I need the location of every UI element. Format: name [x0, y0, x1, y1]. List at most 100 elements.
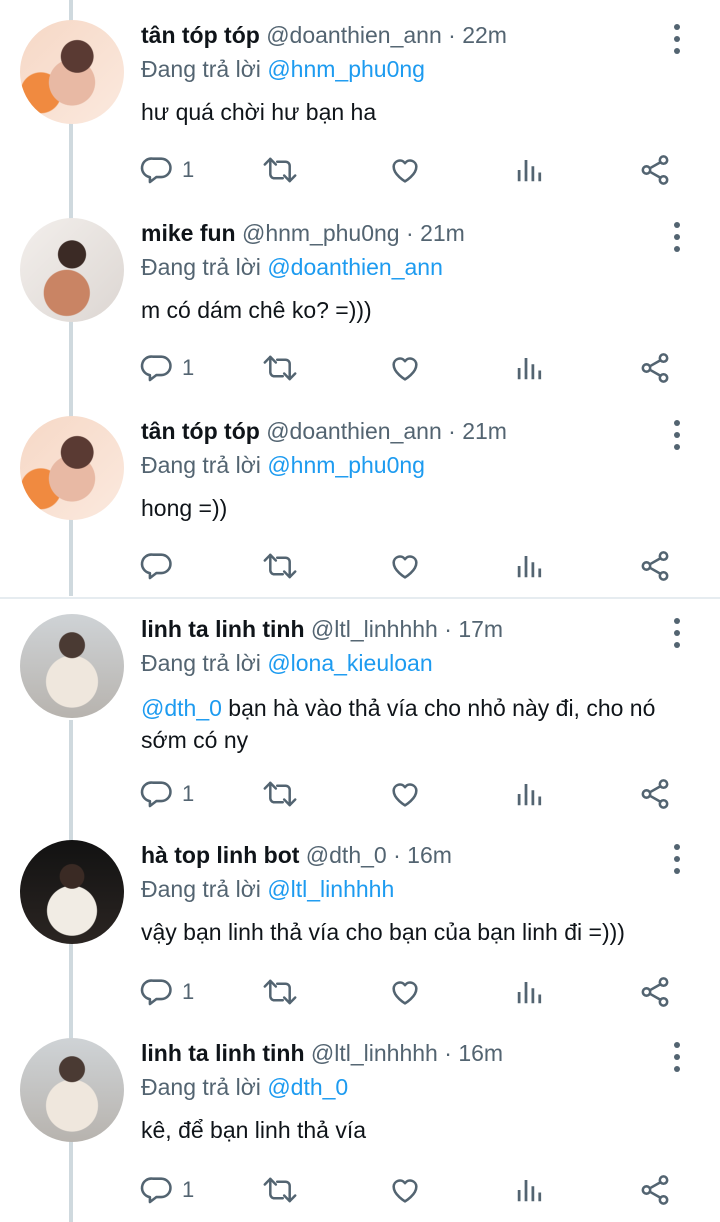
tweet[interactable]: mike fun @hnm_phu0ng · 21m Đang trả lời …: [0, 198, 720, 396]
replying-to-mention[interactable]: @hnm_phu0ng: [267, 452, 425, 478]
replying-to-mention[interactable]: @hnm_phu0ng: [267, 56, 425, 82]
display-name[interactable]: tân tóp tóp: [141, 418, 260, 444]
like-button[interactable]: [388, 348, 422, 388]
separator-dot: ·: [406, 220, 421, 246]
avatar[interactable]: [20, 20, 124, 124]
user-handle[interactable]: @doanthien_ann: [266, 22, 442, 48]
replying-to-mention[interactable]: @ltl_linhhhh: [267, 876, 394, 902]
share-button[interactable]: [638, 150, 672, 190]
tweet-body: m có dám chê ko? =))): [141, 297, 372, 323]
reply-button[interactable]: [140, 546, 182, 586]
more-icon[interactable]: [668, 418, 686, 452]
separator-dot: ·: [393, 842, 408, 868]
timestamp[interactable]: 22m: [462, 22, 507, 48]
tweet[interactable]: tân tóp tóp @doanthien_ann · 22m Đang tr…: [0, 0, 720, 198]
action-bar: 1: [140, 150, 680, 190]
tweet[interactable]: linh ta linh tinh @ltl_linhhhh · 16m Đan…: [0, 1018, 720, 1216]
timestamp[interactable]: 16m: [407, 842, 452, 868]
share-icon: [641, 155, 669, 185]
more-icon[interactable]: [668, 220, 686, 254]
more-icon[interactable]: [668, 842, 686, 876]
tweet[interactable]: hà top linh bot @dth_0 · 16m Đang trả lờ…: [0, 820, 720, 1018]
replying-to-mention[interactable]: @doanthien_ann: [267, 254, 443, 280]
share-button[interactable]: [638, 774, 672, 814]
avatar[interactable]: [20, 1038, 124, 1142]
tweet-text: kê, để bạn linh thả vía: [141, 1114, 681, 1146]
avatar[interactable]: [20, 614, 124, 718]
views-button[interactable]: [514, 150, 544, 190]
tweet-mention[interactable]: @dth_0: [141, 695, 222, 721]
separator-dot: ·: [444, 1040, 459, 1066]
share-button[interactable]: [638, 1170, 672, 1210]
timestamp[interactable]: 17m: [458, 616, 503, 642]
share-icon: [641, 1175, 669, 1205]
share-button[interactable]: [638, 546, 672, 586]
avatar[interactable]: [20, 218, 124, 322]
display-name[interactable]: linh ta linh tinh: [141, 616, 305, 642]
action-bar: 1: [140, 972, 680, 1012]
like-button[interactable]: [388, 546, 422, 586]
views-button[interactable]: [514, 774, 544, 814]
like-button[interactable]: [388, 1170, 422, 1210]
user-handle[interactable]: @dth_0: [306, 842, 387, 868]
heart-icon: [392, 783, 418, 807]
display-name[interactable]: tân tóp tóp: [141, 22, 260, 48]
like-button[interactable]: [388, 150, 422, 190]
views-button[interactable]: [514, 1170, 544, 1210]
display-name[interactable]: mike fun: [141, 220, 236, 246]
replying-to-label: Đang trả lời: [141, 56, 268, 82]
tweet[interactable]: linh ta linh tinh @ltl_linhhhh · 17m Đan…: [0, 594, 720, 809]
avatar[interactable]: [20, 416, 124, 520]
retweet-button[interactable]: [262, 546, 298, 586]
share-button[interactable]: [638, 348, 672, 388]
replying-to: Đang trả lời @hnm_phu0ng: [141, 56, 425, 83]
retweet-button[interactable]: [262, 348, 298, 388]
timestamp[interactable]: 16m: [458, 1040, 503, 1066]
views-button[interactable]: [514, 546, 544, 586]
user-handle[interactable]: @ltl_linhhhh: [311, 1040, 438, 1066]
reply-count: 1: [182, 979, 195, 1004]
reply-button[interactable]: 1: [140, 1170, 194, 1210]
more-icon[interactable]: [668, 22, 686, 56]
reply-icon: [140, 553, 172, 580]
retweet-button[interactable]: [262, 972, 298, 1012]
reply-icon: [140, 979, 172, 1006]
tweet-header: hà top linh bot @dth_0 · 16m: [141, 842, 452, 869]
share-button[interactable]: [638, 972, 672, 1012]
avatar[interactable]: [20, 840, 124, 944]
replying-to-label: Đang trả lời: [141, 1074, 268, 1100]
timestamp[interactable]: 21m: [462, 418, 507, 444]
reply-button[interactable]: 1: [140, 972, 194, 1012]
user-handle[interactable]: @doanthien_ann: [266, 418, 442, 444]
views-icon: [517, 358, 542, 380]
tweet[interactable]: tân tóp tóp @doanthien_ann · 21m Đang tr…: [0, 396, 720, 594]
reply-button[interactable]: 1: [140, 150, 194, 190]
views-button[interactable]: [514, 972, 544, 1012]
views-icon: [517, 784, 542, 806]
display-name[interactable]: linh ta linh tinh: [141, 1040, 305, 1066]
user-handle[interactable]: @ltl_linhhhh: [311, 616, 438, 642]
reply-button[interactable]: 1: [140, 348, 194, 388]
replying-to: Đang trả lời @dth_0: [141, 1074, 348, 1101]
like-button[interactable]: [388, 972, 422, 1012]
reply-count: 1: [182, 781, 195, 806]
timestamp[interactable]: 21m: [420, 220, 465, 246]
tweet-body: vậy bạn linh thả vía cho bạn của bạn lin…: [141, 919, 625, 945]
replying-to: Đang trả lời @ltl_linhhhh: [141, 876, 394, 903]
replying-to-mention[interactable]: @lona_kieuloan: [267, 650, 432, 676]
display-name[interactable]: hà top linh bot: [141, 842, 299, 868]
replying-to-mention[interactable]: @dth_0: [267, 1074, 348, 1100]
retweet-icon: [263, 355, 297, 381]
reply-button[interactable]: 1: [140, 774, 194, 814]
user-handle[interactable]: @hnm_phu0ng: [242, 220, 400, 246]
tweet-text: vậy bạn linh thả vía cho bạn của bạn lin…: [141, 916, 681, 948]
more-icon[interactable]: [668, 1040, 686, 1074]
more-icon[interactable]: [668, 616, 686, 650]
retweet-button[interactable]: [262, 1170, 298, 1210]
views-button[interactable]: [514, 348, 544, 388]
retweet-button[interactable]: [262, 150, 298, 190]
retweet-button[interactable]: [262, 774, 298, 814]
heart-icon: [392, 1179, 418, 1203]
like-button[interactable]: [388, 774, 422, 814]
replying-to: Đang trả lời @hnm_phu0ng: [141, 452, 425, 479]
